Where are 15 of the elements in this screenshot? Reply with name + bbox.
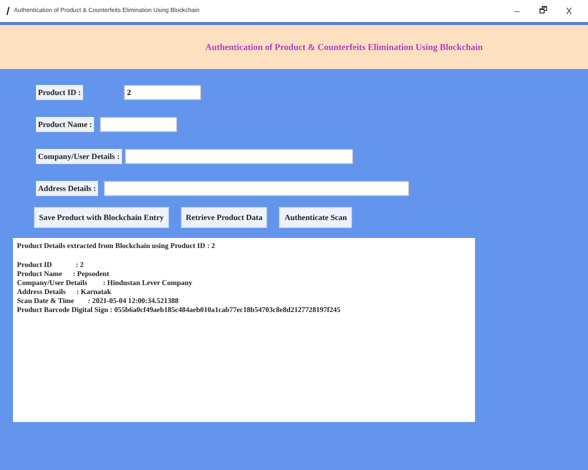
field-label: Address Details : [36, 180, 98, 196]
action-button[interactable]: Retrieve Product Data [180, 207, 268, 228]
input-field[interactable] [100, 116, 178, 132]
field-label: Product Name : [36, 116, 94, 132]
input-field[interactable] [104, 180, 410, 196]
minimize-button[interactable]: – [506, 6, 528, 16]
field-label: Product ID : [36, 84, 83, 100]
field-label: Company/User Details : [36, 148, 122, 164]
action-button[interactable]: Authenticate Scan [279, 207, 352, 228]
close-button[interactable]: X [558, 6, 580, 16]
restore-button[interactable]: 🗗 [532, 3, 554, 19]
action-button[interactable]: Save Product with Blockchain Entry [34, 207, 169, 228]
input-field[interactable] [124, 148, 353, 164]
input-field[interactable]: 2 [124, 84, 201, 100]
app-title: Authentication of Product & Counterfeits Elimination Using Blockchain [205, 42, 483, 52]
